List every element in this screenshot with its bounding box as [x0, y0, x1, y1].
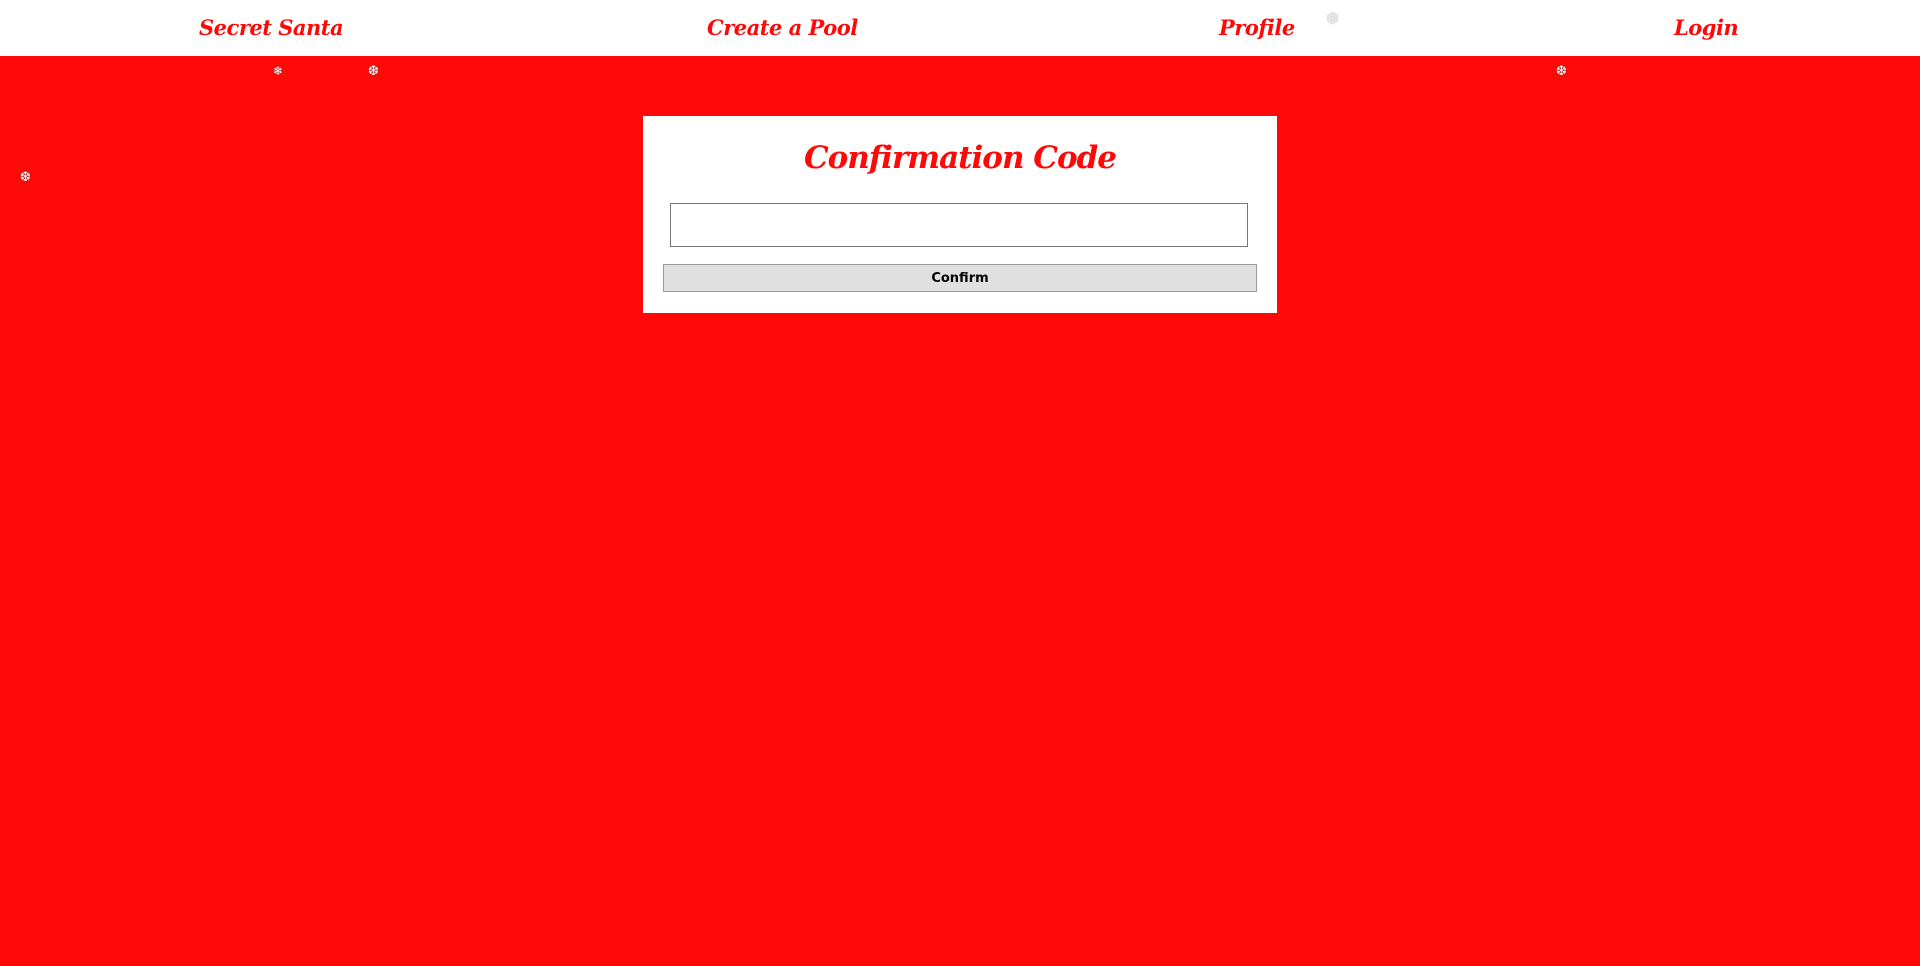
top-navbar: Secret Santa Create a Pool Profile Login — [0, 0, 1920, 56]
nav-link-profile[interactable]: Profile — [1219, 0, 1295, 56]
snowflake-icon: ❄ — [273, 64, 284, 78]
confirm-button[interactable]: Confirm — [663, 264, 1257, 292]
confirmation-code-input[interactable] — [670, 203, 1248, 247]
snowflake-icon: ❆ — [20, 170, 31, 185]
nav-link-login[interactable]: Login — [1674, 0, 1739, 56]
nav-link-create-pool[interactable]: Create a Pool — [707, 0, 858, 56]
snowflake-icon: ❆ — [368, 64, 379, 79]
confirmation-card: Confirmation Code Confirm — [643, 116, 1277, 313]
snowflake-icon: ❆ — [1326, 9, 1340, 28]
snowflake-icon: ❆ — [1556, 64, 1567, 79]
page-title: Confirmation Code — [803, 140, 1117, 176]
nav-link-home[interactable]: Secret Santa — [199, 0, 344, 56]
